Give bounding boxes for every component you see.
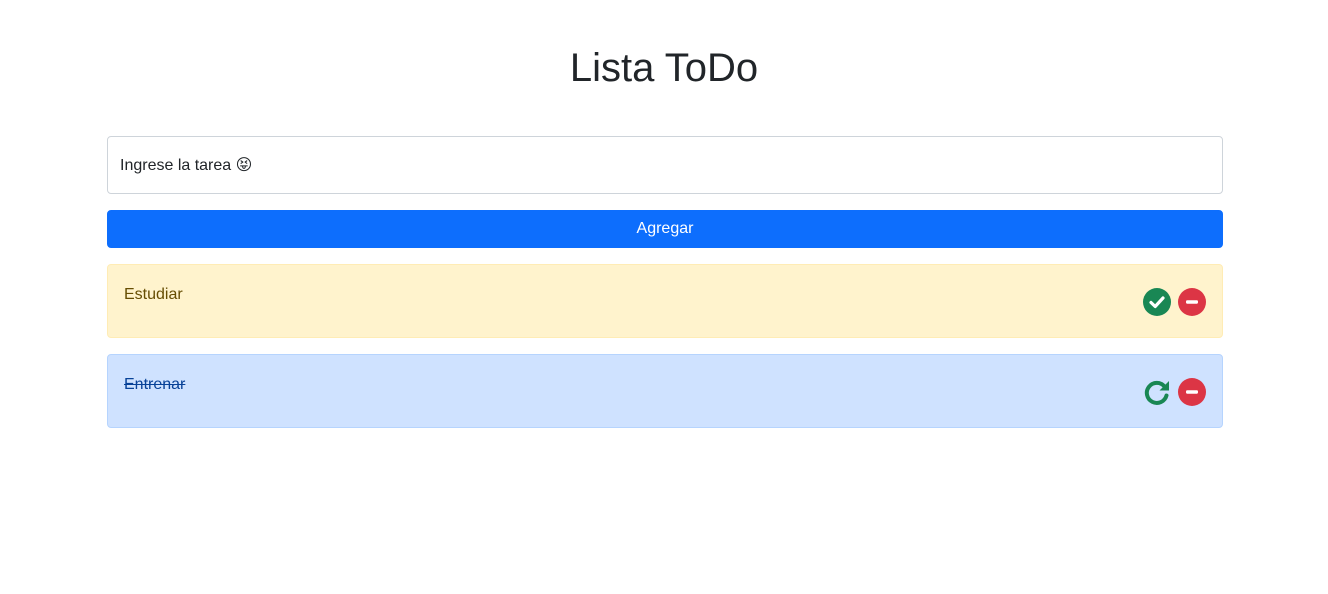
redo-icon[interactable]	[1143, 378, 1171, 406]
task-label: Entrenar	[124, 376, 186, 393]
minus-circle-icon[interactable]	[1178, 288, 1206, 316]
task-input[interactable]	[107, 136, 1223, 194]
task-item-pending: Estudiar	[107, 264, 1223, 338]
check-circle-icon[interactable]	[1143, 288, 1171, 316]
add-task-button[interactable]: Agregar	[107, 210, 1223, 248]
page-title: Lista ToDo	[569, 46, 759, 90]
task-actions	[1143, 378, 1206, 406]
task-label: Estudiar	[124, 286, 183, 303]
todo-page: Lista ToDo Agregar Estudiar Entrenar	[0, 0, 1328, 594]
task-actions	[1143, 288, 1206, 316]
minus-circle-icon[interactable]	[1178, 378, 1206, 406]
task-item-done: Entrenar	[107, 354, 1223, 428]
